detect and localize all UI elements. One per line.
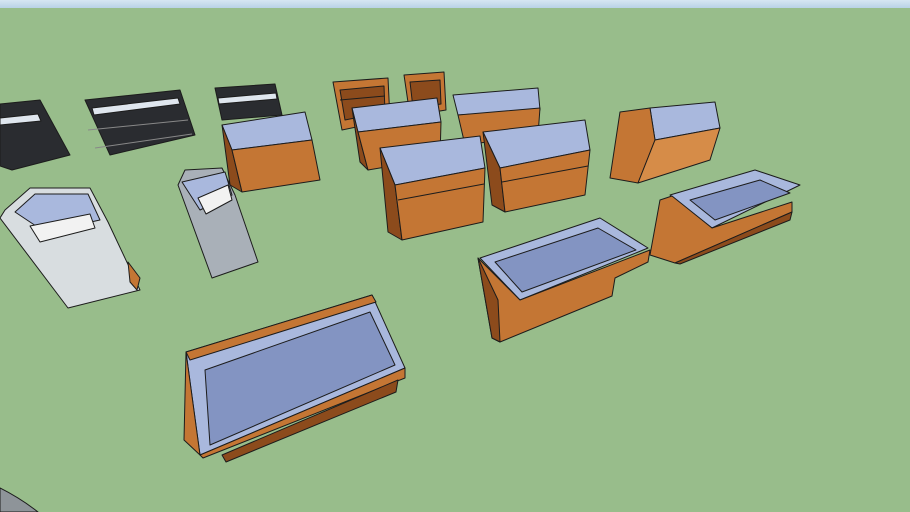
wood-showcase-a[interactable] <box>221 111 321 193</box>
ground-plane <box>0 0 910 512</box>
sky-strip <box>0 0 910 8</box>
black-wall-cabinet-3[interactable] <box>214 83 283 121</box>
wood-showcase-d[interactable] <box>379 135 486 241</box>
3d-scene-viewport[interactable] <box>0 0 910 512</box>
